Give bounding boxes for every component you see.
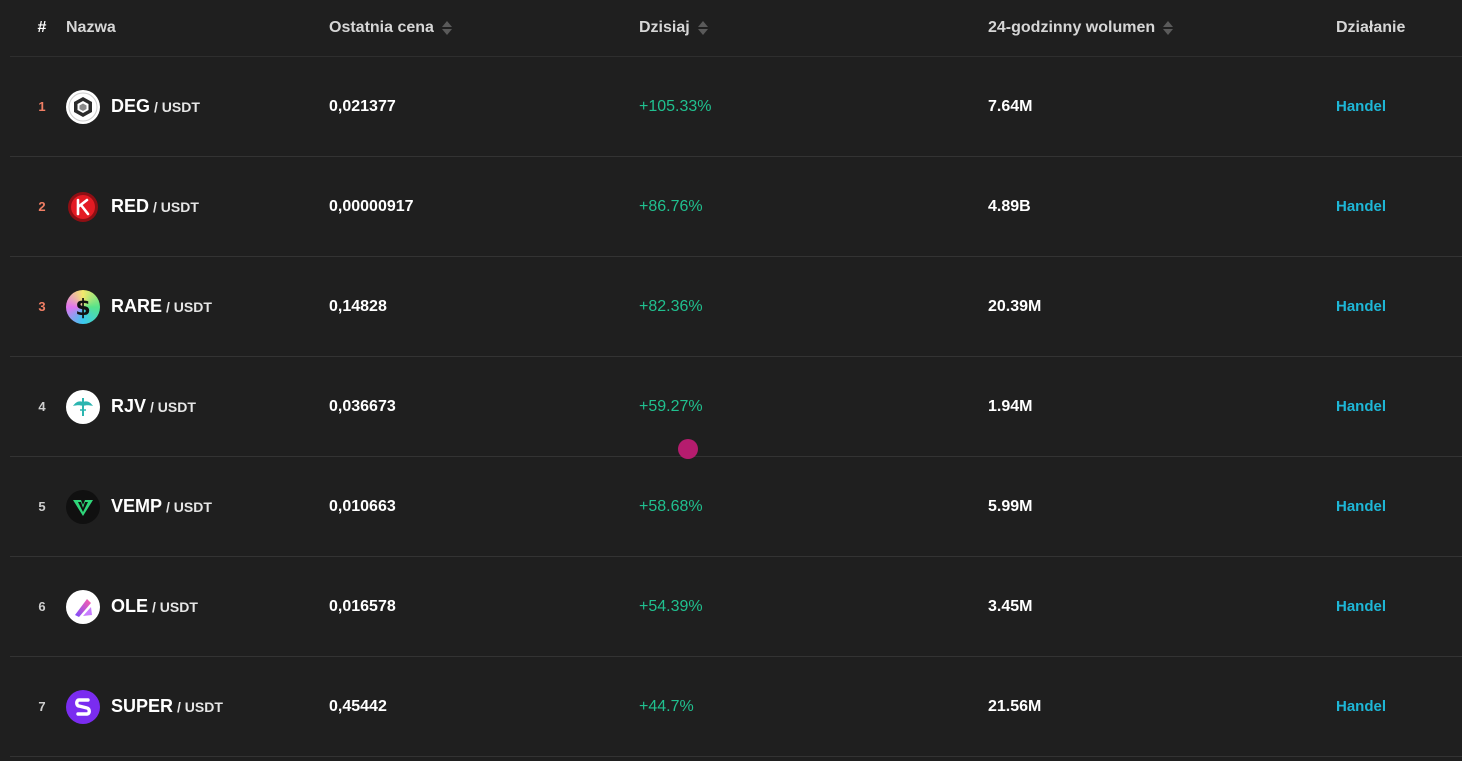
last-price: 0,036673: [329, 397, 396, 415]
rjv-logo-icon: [66, 389, 100, 424]
trade-button[interactable]: Handel: [1336, 598, 1386, 615]
ole-logo-icon: [66, 589, 100, 624]
table-row[interactable]: 5 VEMP / USDT 0,010663 +58.68% 5.99M Han…: [10, 457, 1462, 557]
volume-24h: 7.64M: [988, 97, 1033, 115]
table-row[interactable]: 4 RJV / USDT 0,036673 +59.27% 1.94M Hand…: [10, 357, 1462, 457]
volume-24h: 4.89B: [988, 197, 1031, 215]
rank-number: 5: [38, 499, 46, 514]
last-price: 0,010663: [329, 497, 396, 515]
volume-24h: 21.56M: [988, 697, 1042, 715]
header-rank: #: [37, 19, 47, 36]
volume-24h: 20.39M: [988, 297, 1042, 315]
coin-quote: / USDT: [153, 198, 199, 215]
trade-button[interactable]: Handel: [1336, 398, 1386, 415]
table-row[interactable]: 6 OLE / USDT 0,016578 +54.39% 3.45M Hand…: [10, 557, 1462, 657]
volume-24h: 3.45M: [988, 597, 1033, 615]
red-logo-icon: [66, 190, 100, 224]
rank-number: 2: [38, 199, 46, 214]
coin-symbol: OLE: [111, 596, 149, 616]
header-today-sort[interactable]: Dzisiaj: [639, 0, 939, 56]
volume-24h: 1.94M: [988, 397, 1033, 415]
rank-number: 1: [38, 99, 46, 114]
table-header: # Nazwa Ostatnia cena Dzisiaj 24-godzinn…: [10, 0, 1462, 57]
coin-quote: / USDT: [152, 598, 198, 615]
last-price: 0,14828: [329, 297, 387, 315]
daily-change: +82.36%: [639, 297, 703, 315]
rank-number: 7: [38, 699, 46, 714]
table-row[interactable]: 7 SUPER / USDT 0,45442 +44.7% 21.56M Han…: [10, 657, 1462, 757]
daily-change: +44.7%: [639, 697, 694, 715]
coin-quote: / USDT: [166, 498, 212, 515]
cursor-indicator: [678, 439, 698, 459]
rank-number: 6: [38, 599, 46, 614]
coin-symbol: DEG: [111, 96, 151, 116]
trade-button[interactable]: Handel: [1336, 298, 1386, 315]
sort-icon: [697, 21, 708, 35]
rare-logo-icon: $: [66, 289, 100, 324]
vemp-logo-icon: [66, 489, 100, 524]
trade-button[interactable]: Handel: [1336, 498, 1386, 515]
last-price: 0,45442: [329, 697, 387, 715]
last-price: 0,00000917: [329, 197, 414, 215]
coin-symbol: RED: [111, 196, 150, 216]
daily-change: +58.68%: [639, 497, 703, 515]
trade-button[interactable]: Handel: [1336, 98, 1386, 115]
header-price-sort[interactable]: Ostatnia cena: [329, 0, 609, 56]
coin-symbol: SUPER: [111, 696, 174, 716]
daily-change: +54.39%: [639, 597, 703, 615]
daily-change: +59.27%: [639, 397, 703, 415]
header-volume-sort[interactable]: 24-godzinny wolumen: [988, 0, 1308, 56]
header-name: Nazwa: [66, 19, 116, 36]
coin-quote: / USDT: [154, 98, 200, 115]
table-row[interactable]: 2 RED / USDT 0,00000917 +86.76% 4.89B Ha…: [10, 157, 1462, 257]
coin-symbol: VEMP: [111, 496, 163, 516]
coin-symbol: RARE: [111, 296, 163, 316]
table-row[interactable]: 3 $ RARE / USDT 0,14828 +82.36% 20.39M H…: [10, 257, 1462, 357]
coin-quote: / USDT: [177, 698, 223, 715]
last-price: 0,021377: [329, 97, 396, 115]
markets-table: # Nazwa Ostatnia cena Dzisiaj 24-godzinn…: [10, 0, 1462, 757]
deg-logo-icon: [66, 89, 100, 124]
svg-text:$: $: [75, 296, 90, 321]
trade-button[interactable]: Handel: [1336, 698, 1386, 715]
daily-change: +86.76%: [639, 197, 703, 215]
sort-icon: [1163, 21, 1174, 35]
volume-24h: 5.99M: [988, 497, 1033, 515]
trade-button[interactable]: Handel: [1336, 198, 1386, 215]
last-price: 0,016578: [329, 597, 396, 615]
rank-number: 4: [38, 399, 46, 414]
table-row[interactable]: 1 DEG / USDT 0,021377 +105.33% 7.64M Han…: [10, 57, 1462, 157]
coin-quote: / USDT: [166, 298, 212, 315]
daily-change: +105.33%: [639, 97, 712, 115]
coin-quote: / USDT: [150, 398, 196, 415]
coin-symbol: RJV: [111, 396, 147, 416]
super-logo-icon: [66, 689, 100, 724]
header-action: Działanie: [1336, 19, 1406, 36]
sort-icon: [441, 21, 452, 35]
rank-number: 3: [38, 299, 46, 314]
